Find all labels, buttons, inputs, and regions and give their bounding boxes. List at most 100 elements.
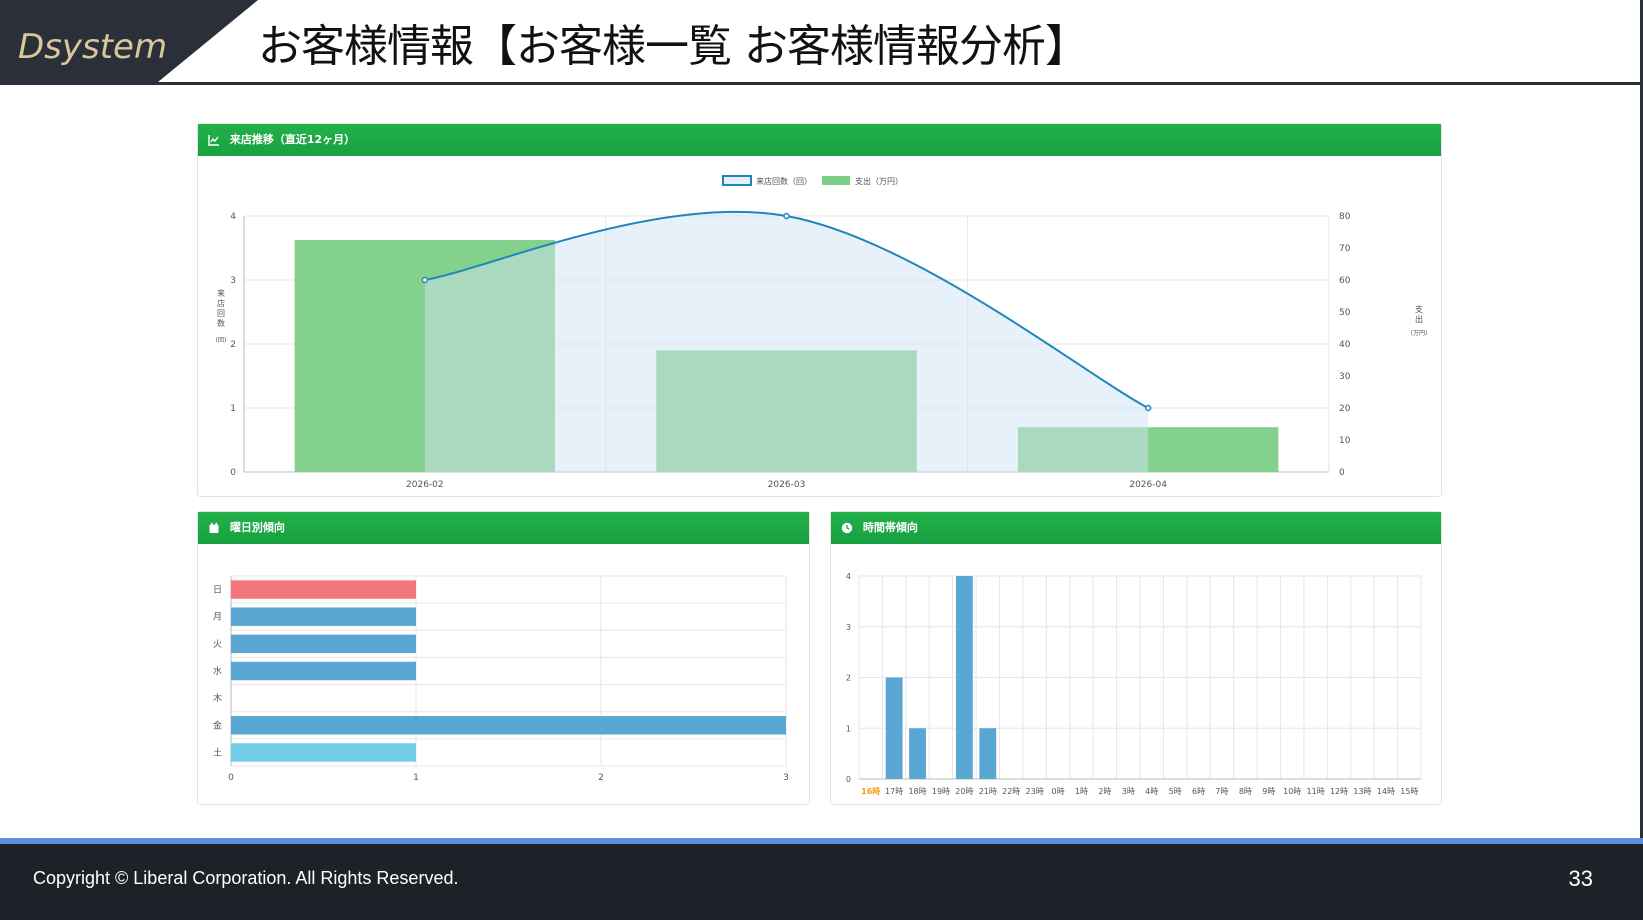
hour-label: 17時 [885, 787, 903, 796]
hour-bar [955, 576, 973, 779]
title-divider [0, 82, 1643, 85]
hour-label: 21時 [979, 787, 997, 796]
x-tick: 0 [228, 773, 234, 783]
legend-label-visits: 来店回数（回） [756, 176, 812, 186]
weekday-trend-title: 曜日別傾向 [229, 521, 285, 534]
hour-label: 7時 [1215, 787, 1228, 796]
x-tick: 2026-02 [406, 480, 444, 490]
y-left-label-char: 回 [217, 309, 225, 318]
hour-trend-title: 時間帯傾向 [862, 521, 918, 534]
y-left-tick: 4 [230, 212, 236, 222]
hour-label: 12時 [1330, 787, 1348, 796]
hour-label: 2時 [1098, 787, 1111, 796]
hour-label: 4時 [1145, 787, 1158, 796]
hour-label: 15時 [1400, 787, 1418, 796]
y-left-tick: 1 [230, 404, 236, 414]
y-right-tick: 20 [1339, 404, 1351, 414]
weekday-bar [231, 607, 416, 626]
y-tick: 0 [846, 775, 851, 784]
hour-bar [979, 728, 997, 779]
weekday-trend-header: 曜日別傾向 [198, 512, 809, 544]
weekday-label: 土 [213, 746, 222, 758]
y-tick: 4 [846, 572, 851, 581]
logo-text: Dsystem [18, 27, 167, 67]
hour-label: 6時 [1192, 787, 1205, 796]
weekday-label: 月 [213, 612, 222, 623]
hour-label: 23時 [1026, 787, 1044, 796]
weekday-label: 水 [213, 665, 222, 677]
weekday-bar [231, 716, 786, 735]
hour-trend-header: 時間帯傾向 [831, 512, 1441, 544]
y-right-tick: 0 [1339, 468, 1345, 478]
x-tick: 2026-03 [768, 480, 806, 490]
y-left-unit: (回) [216, 337, 227, 344]
y-right-tick: 50 [1339, 308, 1351, 318]
visits-point [1144, 404, 1152, 412]
hour-label: 11時 [1307, 787, 1325, 796]
y-tick: 1 [846, 724, 851, 733]
y-right-unit: (万円) [1411, 330, 1428, 337]
visits-point [783, 212, 790, 220]
weekday-bar [231, 634, 416, 654]
visits-chart: 01234010203040506070802026-02 2026-03 2026… [216, 175, 1428, 490]
calendar-icon [209, 522, 219, 533]
weekday-trend-card: 曜日別傾向 日月火水木金土 0 1 2 3 [197, 511, 810, 805]
y-left-label-char: 店 [217, 298, 225, 308]
x-tick: 3 [783, 773, 789, 783]
y-left-tick: 0 [230, 468, 236, 478]
weekday-chart: 日月火水木金土 0 1 2 3 [213, 575, 789, 783]
hour-label: 14時 [1377, 787, 1395, 796]
weekday-label: 木 [213, 692, 222, 704]
footer: Copyright © Liberal Corporation. All Rig… [0, 844, 1643, 920]
y-right-tick: 30 [1339, 372, 1351, 382]
weekday-bar [231, 661, 416, 681]
hour-bar [909, 728, 926, 779]
weekday-label: 日 [213, 585, 222, 596]
brand-logo: Dsystem [0, 0, 260, 84]
weekday-bar [231, 743, 416, 762]
hour-chart: 16時 17時 18時 19時 20時 21時 22時 23時 0時 1時 2時 3時 4時 5時 6時 7時… [846, 572, 1422, 796]
hour-label: 9時 [1262, 787, 1275, 796]
hour-label: 20時 [955, 787, 973, 796]
page-number: 33 [1568, 866, 1593, 891]
line-chart-icon [208, 135, 219, 146]
weekday-label: 火 [213, 639, 222, 650]
hour-label: 19時 [932, 787, 950, 796]
hour-label: 0時 [1051, 787, 1064, 796]
y-right-tick: 60 [1339, 276, 1351, 286]
y-tick: 3 [846, 623, 851, 632]
visits-point [421, 276, 429, 284]
x-tick: 1 [413, 773, 419, 783]
legend-swatch-spend [822, 176, 850, 185]
hour-bar [885, 677, 903, 779]
y-right-label-char: 支 [1415, 304, 1423, 314]
hour-label: 18時 [908, 787, 926, 796]
legend-label-spend: 支出（万円） [855, 176, 903, 186]
y-right-tick: 70 [1339, 244, 1351, 254]
y-tick: 2 [846, 674, 851, 683]
clock-icon [841, 522, 853, 534]
visits-area [424, 211, 1149, 472]
hour-label: 16時 [861, 786, 880, 796]
x-tick: 2 [598, 773, 604, 783]
hour-label: 3時 [1122, 787, 1135, 796]
y-left-label-char: 来 [217, 289, 225, 298]
weekday-bar [231, 580, 416, 599]
weekday-label: 金 [213, 719, 222, 731]
y-right-tick: 40 [1339, 340, 1351, 350]
hour-label: 8時 [1239, 787, 1252, 796]
y-right-tick: 80 [1339, 212, 1351, 222]
hour-label: 10時 [1283, 787, 1301, 796]
hour-label: 5時 [1169, 787, 1182, 796]
x-tick: 2026-04 [1129, 480, 1167, 490]
y-left-label-char: 数 [217, 318, 225, 328]
page-title: お客様情報【お客様一覧 お客様情報分析】 [258, 21, 1089, 72]
y-right-tick: 10 [1339, 436, 1351, 446]
copyright-text: Copyright © Liberal Corporation. All Rig… [33, 868, 459, 888]
y-left-tick: 2 [230, 340, 236, 350]
legend-swatch-visits [722, 175, 752, 186]
visits-trend-card: 来店推移（直近12ヶ月） 0 1 2 3 4 0 10 20 30 40 50 60 70 80 2026-… [197, 123, 1442, 497]
hour-trend-card: 時間帯傾向 16時 17時 18時 19時 20時 21時 22時 23時 0時 1時 2時 3時 4時… [830, 511, 1442, 805]
y-right-label-char: 出 [1415, 314, 1423, 324]
visits-trend-title: 来店推移（直近12ヶ月） [229, 133, 356, 146]
